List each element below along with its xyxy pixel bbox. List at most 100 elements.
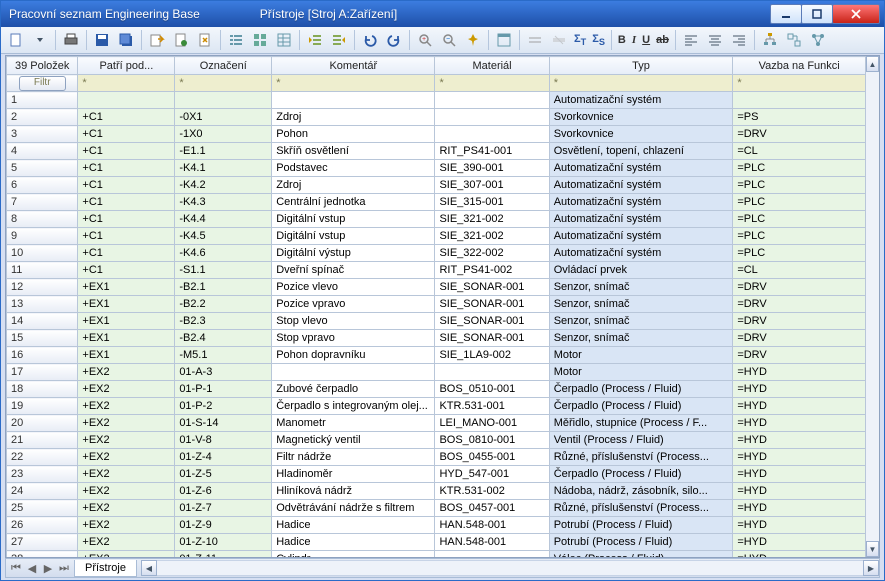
row-number[interactable]: 11	[7, 262, 78, 279]
cell-patri[interactable]: +C1	[78, 228, 175, 245]
refresh-icon[interactable]	[194, 29, 216, 51]
cell-komentar[interactable]: Digitální vstup	[272, 228, 435, 245]
table-row[interactable]: 12+EX1-B2.1Pozice vlevoSIE_SONAR-001Senz…	[7, 279, 866, 296]
cell-vazba[interactable]: =HYD	[733, 551, 866, 558]
cell-patri[interactable]: +EX1	[78, 296, 175, 313]
cell-komentar[interactable]: Dveřní spínač	[272, 262, 435, 279]
table-row[interactable]: 2+C1-0X1ZdrojSvorkovnice=PS	[7, 109, 866, 126]
nav-last-icon[interactable]: ⏭	[56, 562, 72, 575]
filter-c5[interactable]: *	[549, 75, 733, 92]
align-right-icon[interactable]	[728, 29, 750, 51]
cell-patri[interactable]: +EX2	[78, 432, 175, 449]
header-patri[interactable]: Patří pod...	[78, 57, 175, 75]
sigma-selection-button[interactable]: ΣS	[590, 33, 607, 47]
cell-material[interactable]: SIE_SONAR-001	[435, 279, 549, 296]
row-number[interactable]: 2	[7, 109, 78, 126]
table-icon[interactable]	[273, 29, 295, 51]
strike-button[interactable]: ab	[654, 34, 671, 46]
cell-komentar[interactable]: Zubové čerpadlo	[272, 381, 435, 398]
cell-vazba[interactable]: =PLC	[733, 245, 866, 262]
header-vazba[interactable]: Vazba na Funkci	[733, 57, 866, 75]
table-row[interactable]: 20+EX201-S-14ManometrLEI_MANO-001Měřidlo…	[7, 415, 866, 432]
row-number[interactable]: 8	[7, 211, 78, 228]
vertical-scrollbar[interactable]: ▲ ▼	[866, 56, 879, 557]
cell-vazba[interactable]: =HYD	[733, 517, 866, 534]
row-number[interactable]: 4	[7, 143, 78, 160]
cell-typ[interactable]: Měřidlo, stupnice (Process / F...	[549, 415, 733, 432]
indent-right-icon[interactable]	[328, 29, 350, 51]
zoom-out-icon[interactable]: −	[438, 29, 460, 51]
row-number[interactable]: 13	[7, 296, 78, 313]
table-row[interactable]: 16+EX1-M5.1Pohon dopravníkuSIE_1LA9-002M…	[7, 347, 866, 364]
row-number[interactable]: 16	[7, 347, 78, 364]
nav-next-icon[interactable]: ▶	[40, 562, 56, 575]
cell-komentar[interactable]: Cylindr	[272, 551, 435, 558]
header-row[interactable]: 39 Položek Patří pod... Označení Komentá…	[7, 57, 866, 75]
cell-typ[interactable]: Svorkovnice	[549, 109, 733, 126]
cell-vazba[interactable]: =DRV	[733, 296, 866, 313]
cell-material[interactable]: BOS_0810-001	[435, 432, 549, 449]
cell-typ[interactable]: Automatizační systém	[549, 194, 733, 211]
cell-material[interactable]	[435, 364, 549, 381]
cell-oznaceni[interactable]: -K4.3	[175, 194, 272, 211]
cell-vazba[interactable]: =PLC	[733, 160, 866, 177]
title-bar[interactable]: Pracovní seznam Engineering Base Přístro…	[1, 1, 884, 27]
cell-oznaceni[interactable]: -K4.2	[175, 177, 272, 194]
cell-komentar[interactable]	[272, 364, 435, 381]
italic-button[interactable]: I	[630, 34, 638, 46]
row-number[interactable]: 3	[7, 126, 78, 143]
cell-vazba[interactable]: =HYD	[733, 500, 866, 517]
table-row[interactable]: 6+C1-K4.2ZdrojSIE_307-001Automatizační s…	[7, 177, 866, 194]
cell-komentar[interactable]: Hadice	[272, 517, 435, 534]
print-icon[interactable]	[60, 29, 82, 51]
cell-vazba[interactable]: =HYD	[733, 534, 866, 551]
cell-typ[interactable]: Válec (Process / Fluid)	[549, 551, 733, 558]
scroll-down-icon[interactable]: ▼	[866, 541, 879, 557]
cell-material[interactable]	[435, 92, 549, 109]
cell-komentar[interactable]: Zdroj	[272, 177, 435, 194]
cell-komentar[interactable]: Odvětrávání nádrže s filtrem	[272, 500, 435, 517]
cell-oznaceni[interactable]: 01-Z-4	[175, 449, 272, 466]
filter-row[interactable]: Filtr * * * * * *	[7, 75, 866, 92]
cell-typ[interactable]: Motor	[549, 347, 733, 364]
cell-vazba[interactable]: =PS	[733, 109, 866, 126]
row-number[interactable]: 22	[7, 449, 78, 466]
cell-komentar[interactable]: Pozice vpravo	[272, 296, 435, 313]
cell-komentar[interactable]: Skříň osvětlení	[272, 143, 435, 160]
cell-oznaceni[interactable]: -E1.1	[175, 143, 272, 160]
cell-typ[interactable]: Čerpadlo (Process / Fluid)	[549, 466, 733, 483]
table-row[interactable]: 8+C1-K4.4Digitální vstupSIE_321-002Autom…	[7, 211, 866, 228]
cell-material[interactable]: SIE_SONAR-001	[435, 313, 549, 330]
cell-vazba[interactable]: =HYD	[733, 415, 866, 432]
cell-patri[interactable]: +C1	[78, 194, 175, 211]
cell-patri[interactable]: +EX2	[78, 466, 175, 483]
cell-patri[interactable]: +C1	[78, 245, 175, 262]
list-icon[interactable]	[225, 29, 247, 51]
cell-komentar[interactable]: Manometr	[272, 415, 435, 432]
cell-komentar[interactable]: Čerpadlo s integrovaným olej...	[272, 398, 435, 415]
cell-oznaceni[interactable]: 01-Z-5	[175, 466, 272, 483]
cell-oznaceni[interactable]: 01-Z-11	[175, 551, 272, 558]
cell-typ[interactable]: Čerpadlo (Process / Fluid)	[549, 398, 733, 415]
align-left-icon[interactable]	[680, 29, 702, 51]
cell-vazba[interactable]: =DRV	[733, 126, 866, 143]
scroll-right-icon[interactable]: ▶	[863, 560, 879, 576]
header-material[interactable]: Materiál	[435, 57, 549, 75]
cell-vazba[interactable]: =HYD	[733, 381, 866, 398]
cell-komentar[interactable]: Zdroj	[272, 109, 435, 126]
cell-oznaceni[interactable]: -K4.5	[175, 228, 272, 245]
table-row[interactable]: 11+C1-S1.1Dveřní spínačRIT_PS41-002Ovlád…	[7, 262, 866, 279]
table-row[interactable]: 17+EX201-A-3Motor=HYD	[7, 364, 866, 381]
cell-vazba[interactable]: =PLC	[733, 177, 866, 194]
cell-vazba[interactable]: =DRV	[733, 279, 866, 296]
properties-icon[interactable]	[493, 29, 515, 51]
cell-typ[interactable]: Potrubí (Process / Fluid)	[549, 534, 733, 551]
cell-patri[interactable]: +EX2	[78, 517, 175, 534]
cell-material[interactable]: LEI_MANO-001	[435, 415, 549, 432]
cell-material[interactable]	[435, 551, 549, 558]
cell-patri[interactable]	[78, 92, 175, 109]
cell-typ[interactable]: Motor	[549, 364, 733, 381]
cell-komentar[interactable]: Hadice	[272, 534, 435, 551]
table-row[interactable]: 23+EX201-Z-5HladinoměrHYD_547-001Čerpadl…	[7, 466, 866, 483]
export-icon[interactable]	[146, 29, 168, 51]
